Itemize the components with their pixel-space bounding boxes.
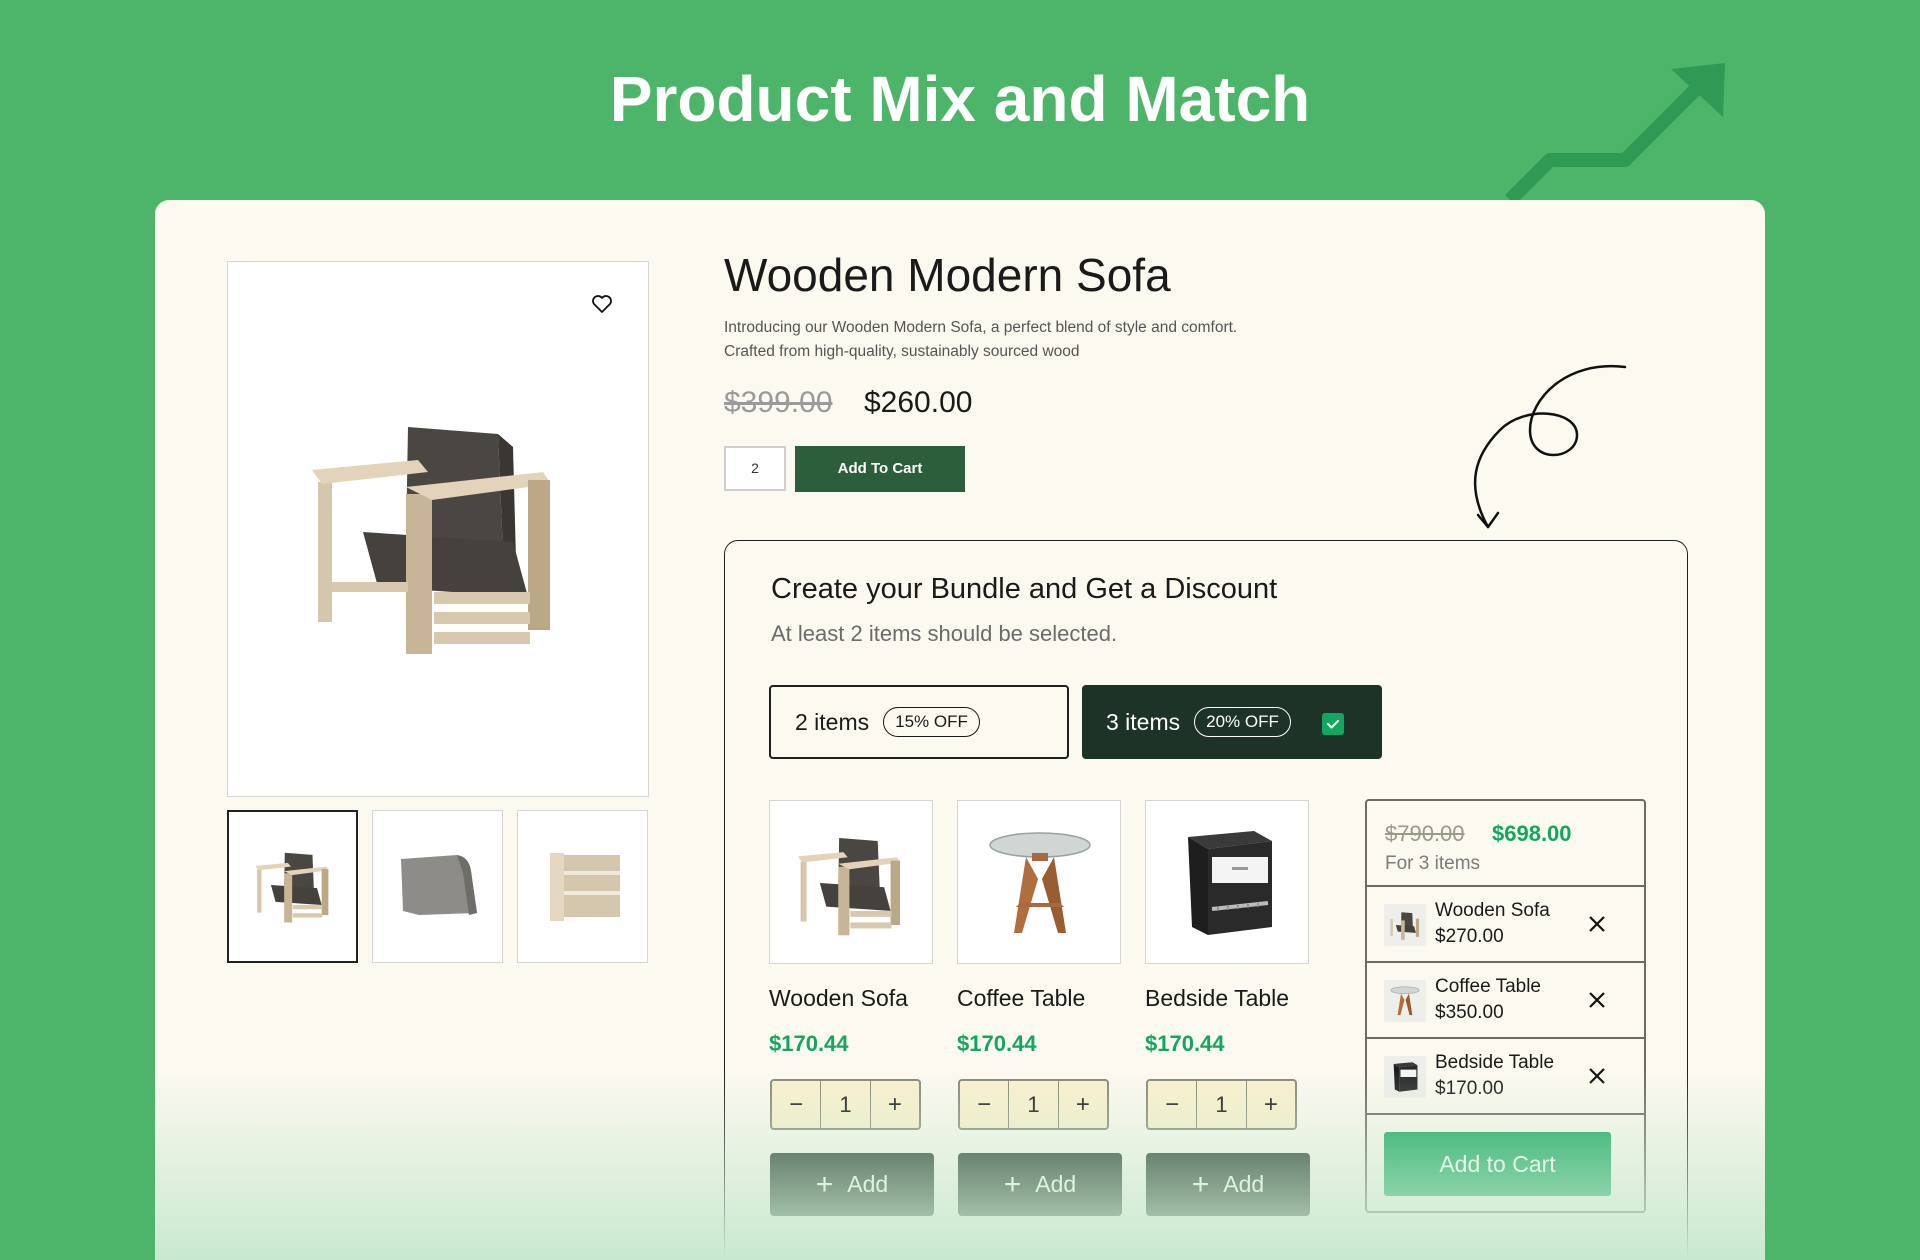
- tier-3-items-option[interactable]: 3 items 20% OFF: [1082, 685, 1382, 759]
- product-description: Introducing our Wooden Modern Sofa, a pe…: [724, 319, 1238, 360]
- quantity-stepper: − 1 +: [770, 1079, 921, 1130]
- quantity-value[interactable]: 1: [820, 1081, 871, 1128]
- plus-icon[interactable]: +: [871, 1081, 919, 1128]
- bundle-item-name: Bedside Table: [1145, 985, 1290, 1011]
- curly-arrow-icon: [1473, 364, 1627, 529]
- coffee-table-image: [989, 832, 1091, 933]
- minus-icon[interactable]: −: [1148, 1081, 1196, 1128]
- product-card: Wooden Modern Sofa Introducing our Woode…: [155, 200, 1765, 1260]
- summary-line-item: Wooden Sofa $270.00: [1367, 885, 1644, 961]
- summary-item-price: $350.00: [1435, 1002, 1504, 1023]
- thumbnail-armchair: [255, 852, 329, 923]
- armchair-image: [312, 427, 551, 654]
- bundle-item-image-coffee-table[interactable]: [957, 800, 1121, 964]
- bundle-add-to-cart-button[interactable]: Add to Cart: [1384, 1132, 1611, 1196]
- summary-item-count: For 3 items: [1385, 853, 1481, 874]
- original-price: $399.00: [724, 386, 833, 419]
- main-product-image[interactable]: [227, 261, 649, 797]
- minus-icon[interactable]: −: [772, 1081, 820, 1128]
- bundle-item-image-sofa[interactable]: [769, 800, 933, 964]
- sale-price: $260.00: [864, 386, 973, 419]
- summary-discounted-total: $698.00: [1492, 821, 1572, 846]
- summary-thumbnail: [1384, 1056, 1426, 1098]
- summary-item-name: Wooden Sofa: [1435, 900, 1550, 921]
- heart-icon[interactable]: [590, 292, 614, 316]
- tier-2-items-option[interactable]: 2 items 15% OFF: [769, 685, 1069, 759]
- summary-item-price: $170.00: [1435, 1078, 1504, 1099]
- plus-icon[interactable]: +: [1247, 1081, 1295, 1128]
- plus-icon: +: [815, 1168, 834, 1201]
- add-item-label: Add: [1035, 1171, 1077, 1197]
- plus-icon: +: [1191, 1168, 1210, 1201]
- bedside-table-image: [1188, 831, 1272, 935]
- add-item-button[interactable]: + Add: [770, 1153, 934, 1216]
- product-title: Wooden Modern Sofa: [724, 249, 1171, 301]
- bundle-summary: $790.00 $698.00 For 3 items Wooden Sofa …: [1365, 799, 1646, 1213]
- summary-item-price: $270.00: [1435, 926, 1504, 947]
- close-icon[interactable]: [1588, 915, 1606, 933]
- thumbnail-wood-detail: [550, 853, 620, 921]
- thumbnail-3[interactable]: [517, 810, 648, 963]
- add-item-label: Add: [1223, 1171, 1265, 1197]
- tier-label: 3 items: [1106, 708, 1181, 735]
- bundle-item-image-bedside-table[interactable]: [1145, 800, 1309, 964]
- bundle-item-name: Wooden Sofa: [769, 985, 908, 1011]
- bundle-item-price: $170.44: [1145, 1031, 1225, 1056]
- checkbox-checked-icon[interactable]: [1322, 713, 1344, 735]
- plus-icon: +: [1003, 1168, 1022, 1201]
- quantity-stepper: − 1 +: [1146, 1079, 1297, 1130]
- armchair-image: [798, 838, 901, 936]
- summary-thumbnail: [1384, 904, 1426, 946]
- bundle-panel: Create your Bundle and Get a Discount At…: [724, 540, 1688, 1260]
- bundle-title: Create your Bundle and Get a Discount: [771, 573, 1278, 605]
- summary-item-name: Coffee Table: [1435, 976, 1541, 997]
- summary-divider: [1367, 1113, 1644, 1115]
- thumbnail-1[interactable]: [227, 810, 358, 963]
- add-item-button[interactable]: + Add: [1146, 1153, 1310, 1216]
- quantity-input[interactable]: 2: [724, 446, 786, 491]
- add-item-label: Add: [847, 1171, 889, 1197]
- summary-original-total: $790.00: [1385, 821, 1465, 846]
- summary-item-name: Bedside Table: [1435, 1052, 1555, 1073]
- bundle-subtitle: At least 2 items should be selected.: [771, 621, 1118, 646]
- close-icon[interactable]: [1588, 991, 1606, 1009]
- add-to-cart-button[interactable]: Add To Cart: [795, 446, 965, 492]
- bundle-item-name: Coffee Table: [957, 985, 1086, 1011]
- thumbnail-fabric-detail: [401, 855, 477, 915]
- quantity-value[interactable]: 1: [1008, 1081, 1059, 1128]
- trend-up-arrow-icon: [1505, 63, 1725, 205]
- thumbnail-2[interactable]: [372, 810, 503, 963]
- quantity-value[interactable]: 1: [1196, 1081, 1247, 1128]
- summary-line-item: Coffee Table $350.00: [1367, 961, 1644, 1037]
- close-icon[interactable]: [1588, 1067, 1606, 1085]
- quantity-stepper: − 1 +: [958, 1079, 1109, 1130]
- discount-badge: 15% OFF: [883, 707, 980, 737]
- add-item-button[interactable]: + Add: [958, 1153, 1122, 1216]
- bundle-item-price: $170.44: [957, 1031, 1037, 1056]
- summary-thumbnail: [1384, 980, 1426, 1022]
- plus-icon[interactable]: +: [1059, 1081, 1107, 1128]
- bundle-item-price: $170.44: [769, 1031, 849, 1056]
- tier-label: 2 items: [795, 708, 870, 735]
- minus-icon[interactable]: −: [960, 1081, 1008, 1128]
- discount-badge: 20% OFF: [1194, 707, 1291, 737]
- summary-line-item: Bedside Table $170.00: [1367, 1037, 1644, 1113]
